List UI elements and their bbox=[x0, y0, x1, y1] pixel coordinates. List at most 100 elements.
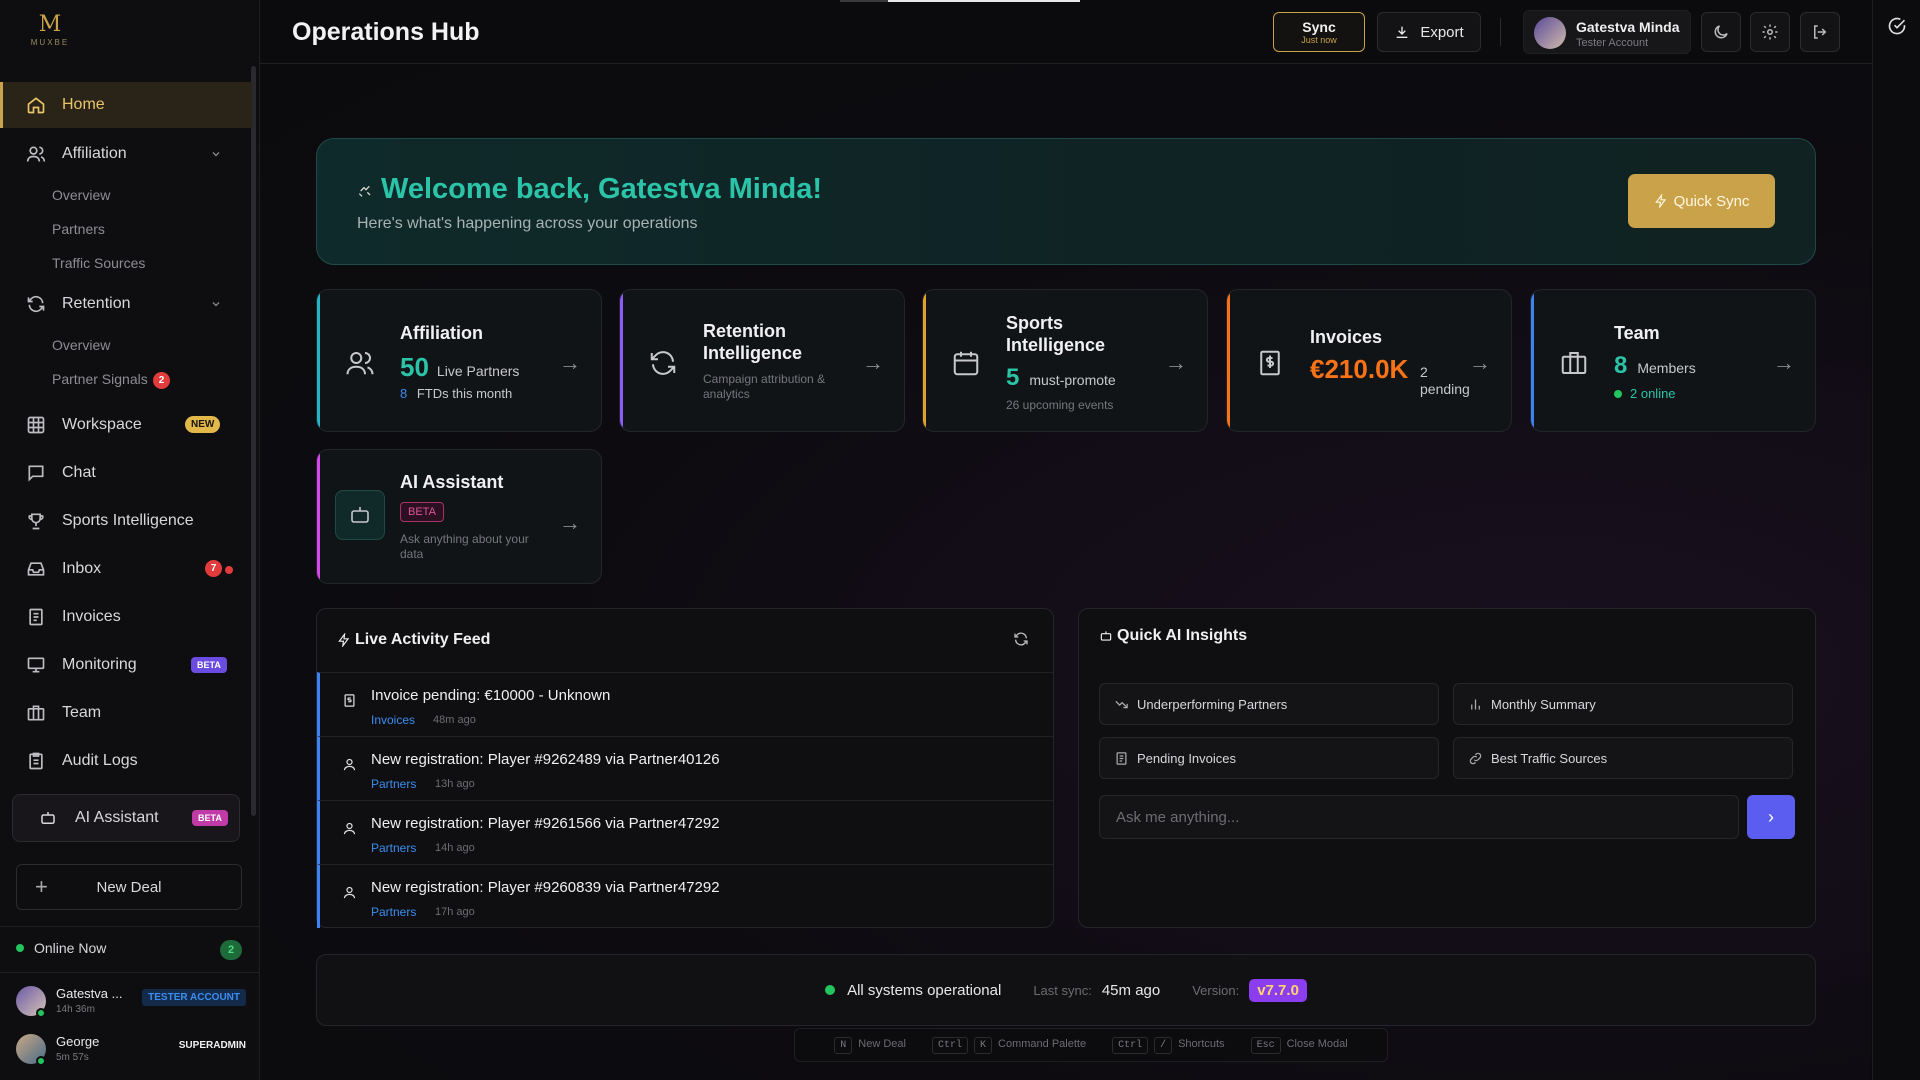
sidebar-subitem-partners[interactable]: Partners bbox=[52, 221, 105, 237]
theme-toggle-button[interactable] bbox=[1701, 12, 1741, 52]
sidebar-item-monitoring[interactable]: Monitoring BETA bbox=[0, 642, 252, 688]
card-metric: 8 Members bbox=[1614, 352, 1696, 380]
sidebar-subitem-traffic-sources[interactable]: Traffic Sources bbox=[52, 255, 145, 271]
send-button[interactable]: › bbox=[1747, 795, 1795, 839]
online-dot-icon bbox=[1614, 389, 1622, 398]
status-dot-icon bbox=[825, 985, 836, 995]
sidebar-item-chat[interactable]: Chat bbox=[0, 450, 252, 496]
live-activity-feed: Live Activity Feed Invoice pending: €100… bbox=[316, 608, 1054, 928]
divider bbox=[0, 972, 260, 973]
lightning-icon bbox=[1654, 194, 1666, 208]
monthly-summary-button[interactable]: Monthly Summary bbox=[1453, 683, 1793, 725]
shortcut-new-deal: N New Deal bbox=[834, 1036, 906, 1054]
feed-item[interactable]: New registration: Player #9261566 via Pa… bbox=[317, 800, 1054, 864]
team-card[interactable]: Team 8 Members 2 online → bbox=[1530, 289, 1816, 432]
ai-assistant-card[interactable]: AI Assistant BETA Ask anything about you… bbox=[316, 449, 602, 584]
system-status-bar: All systems operational Last sync: 45m a… bbox=[316, 954, 1816, 1026]
page-title: Operations Hub bbox=[292, 18, 480, 46]
grid-icon bbox=[27, 416, 45, 434]
online-now-label: Online Now bbox=[34, 940, 107, 956]
online-user-time: 14h 36m bbox=[56, 1004, 95, 1015]
online-user-row[interactable]: Gatestva ... 14h 36m TESTER ACCOUNT bbox=[16, 982, 246, 1022]
sidebar-subitem-retention-overview[interactable]: Overview bbox=[52, 337, 110, 353]
logo[interactable]: M MUXBE bbox=[24, 14, 76, 50]
logo-text: MUXBE bbox=[30, 38, 70, 47]
sidebar-item-team[interactable]: Team bbox=[0, 690, 252, 736]
feed-item[interactable]: Invoice pending: €10000 - Unknown Invoic… bbox=[317, 672, 1054, 736]
card-accent bbox=[620, 290, 623, 431]
user-icon bbox=[343, 822, 356, 835]
card-value: €210.0K bbox=[1310, 354, 1409, 384]
sidebar-item-label: Inbox bbox=[62, 560, 102, 577]
new-deal-button[interactable]: + New Deal bbox=[16, 864, 242, 910]
user-icon bbox=[343, 758, 356, 771]
card-accent bbox=[923, 290, 926, 431]
logout-button[interactable] bbox=[1800, 12, 1840, 52]
sync-button[interactable]: Sync Just now bbox=[1273, 12, 1365, 52]
card-title: Sports Intelligence bbox=[1006, 313, 1106, 355]
retention-card[interactable]: Retention Intelligence Campaign attribut… bbox=[619, 289, 905, 432]
ask-ai-input[interactable] bbox=[1099, 795, 1739, 839]
user-role: Tester Account bbox=[1576, 37, 1649, 49]
feed-item-category[interactable]: Partners bbox=[371, 905, 416, 919]
sidebar-subitem-affiliation-overview[interactable]: Overview bbox=[52, 187, 110, 203]
feed-item-category[interactable]: Invoices bbox=[371, 713, 415, 727]
underperforming-partners-button[interactable]: Underperforming Partners bbox=[1099, 683, 1439, 725]
check-circle-icon[interactable] bbox=[1887, 16, 1907, 36]
sidebar-item-sports-intelligence[interactable]: Sports Intelligence bbox=[0, 498, 252, 544]
sidebar-item-retention[interactable]: Retention bbox=[0, 281, 252, 327]
divider bbox=[1500, 18, 1501, 46]
arrow-right-icon: → bbox=[862, 350, 884, 375]
feed-item[interactable]: New registration: Player #9260839 via Pa… bbox=[317, 864, 1054, 928]
sidebar-item-workspace[interactable]: Workspace NEW bbox=[0, 402, 252, 448]
user-icon bbox=[343, 886, 356, 899]
arrow-right-icon: → bbox=[559, 350, 581, 375]
invoices-card[interactable]: Invoices €210.0K 2 pending → bbox=[1226, 289, 1512, 432]
sidebar-item-invoices[interactable]: Invoices bbox=[0, 594, 252, 640]
monitor-icon bbox=[27, 657, 45, 673]
export-button[interactable]: Export bbox=[1377, 12, 1481, 52]
shortcut-close-modal: Esc Close Modal bbox=[1250, 1036, 1348, 1054]
sidebar-item-inbox[interactable]: Inbox 7 bbox=[0, 546, 252, 592]
feed-item[interactable]: New registration: Player #9262489 via Pa… bbox=[317, 736, 1054, 800]
sidebar-item-label: Home bbox=[62, 96, 105, 113]
affiliation-card[interactable]: Affiliation 50 Live Partners 8 FTDs this… bbox=[316, 289, 602, 432]
invoice-icon bbox=[1260, 350, 1280, 376]
welcome-banner: Welcome back, Gatestva Minda! Here's wha… bbox=[316, 138, 1816, 265]
card-submetric: 8 FTDs this month bbox=[400, 386, 512, 401]
sidebar-item-affiliation[interactable]: Affiliation bbox=[0, 131, 252, 177]
briefcase-icon bbox=[1561, 352, 1587, 374]
sidebar-subitem-partner-signals[interactable]: Partner Signals bbox=[52, 371, 148, 387]
best-traffic-sources-button[interactable]: Best Traffic Sources bbox=[1453, 737, 1793, 779]
card-online-label: 2 online bbox=[1630, 386, 1676, 401]
user-menu[interactable]: Gatestva Minda Tester Account bbox=[1523, 10, 1691, 54]
sidebar: M MUXBE Home Affiliation Overview Partne… bbox=[0, 0, 260, 1080]
settings-button[interactable] bbox=[1750, 12, 1790, 52]
refresh-icon[interactable] bbox=[1013, 631, 1029, 647]
top-bar: Operations Hub Sync Just now Export Gate… bbox=[260, 0, 1872, 64]
bot-icon bbox=[41, 812, 55, 824]
logout-icon bbox=[1814, 25, 1827, 39]
gear-icon bbox=[1762, 24, 1778, 40]
feed-item-category[interactable]: Partners bbox=[371, 841, 416, 855]
sidebar-item-label: Retention bbox=[62, 295, 131, 312]
feed-item-time: 13h ago bbox=[435, 778, 475, 790]
last-sync-label: Last sync: bbox=[1033, 982, 1092, 998]
insights-title: Quick AI Insights bbox=[1117, 627, 1248, 644]
feed-item-time: 14h ago bbox=[435, 842, 475, 854]
quick-ai-insights: Quick AI Insights Underperforming Partne… bbox=[1078, 608, 1816, 928]
invoice-icon bbox=[344, 694, 355, 707]
feed-item-category[interactable]: Partners bbox=[371, 777, 416, 791]
sidebar-item-ai-assistant[interactable]: AI Assistant BETA bbox=[12, 794, 240, 842]
online-user-name: George bbox=[56, 1034, 100, 1049]
sidebar-item-label: Audit Logs bbox=[62, 752, 138, 769]
feed-item-time: 17h ago bbox=[435, 906, 475, 918]
pending-invoices-button[interactable]: Pending Invoices bbox=[1099, 737, 1439, 779]
sidebar-item-home[interactable]: Home bbox=[0, 82, 252, 128]
feed-item-text: New registration: Player #9262489 via Pa… bbox=[371, 751, 720, 768]
online-user-row[interactable]: George 5m 57s SUPERADMIN bbox=[16, 1030, 246, 1070]
sidebar-item-label: AI Assistant bbox=[75, 809, 159, 826]
sidebar-item-audit-logs[interactable]: Audit Logs bbox=[0, 738, 252, 784]
quick-sync-button[interactable]: Quick Sync bbox=[1628, 174, 1775, 228]
sports-intelligence-card[interactable]: Sports Intelligence 5 must-promote 26 up… bbox=[922, 289, 1208, 432]
